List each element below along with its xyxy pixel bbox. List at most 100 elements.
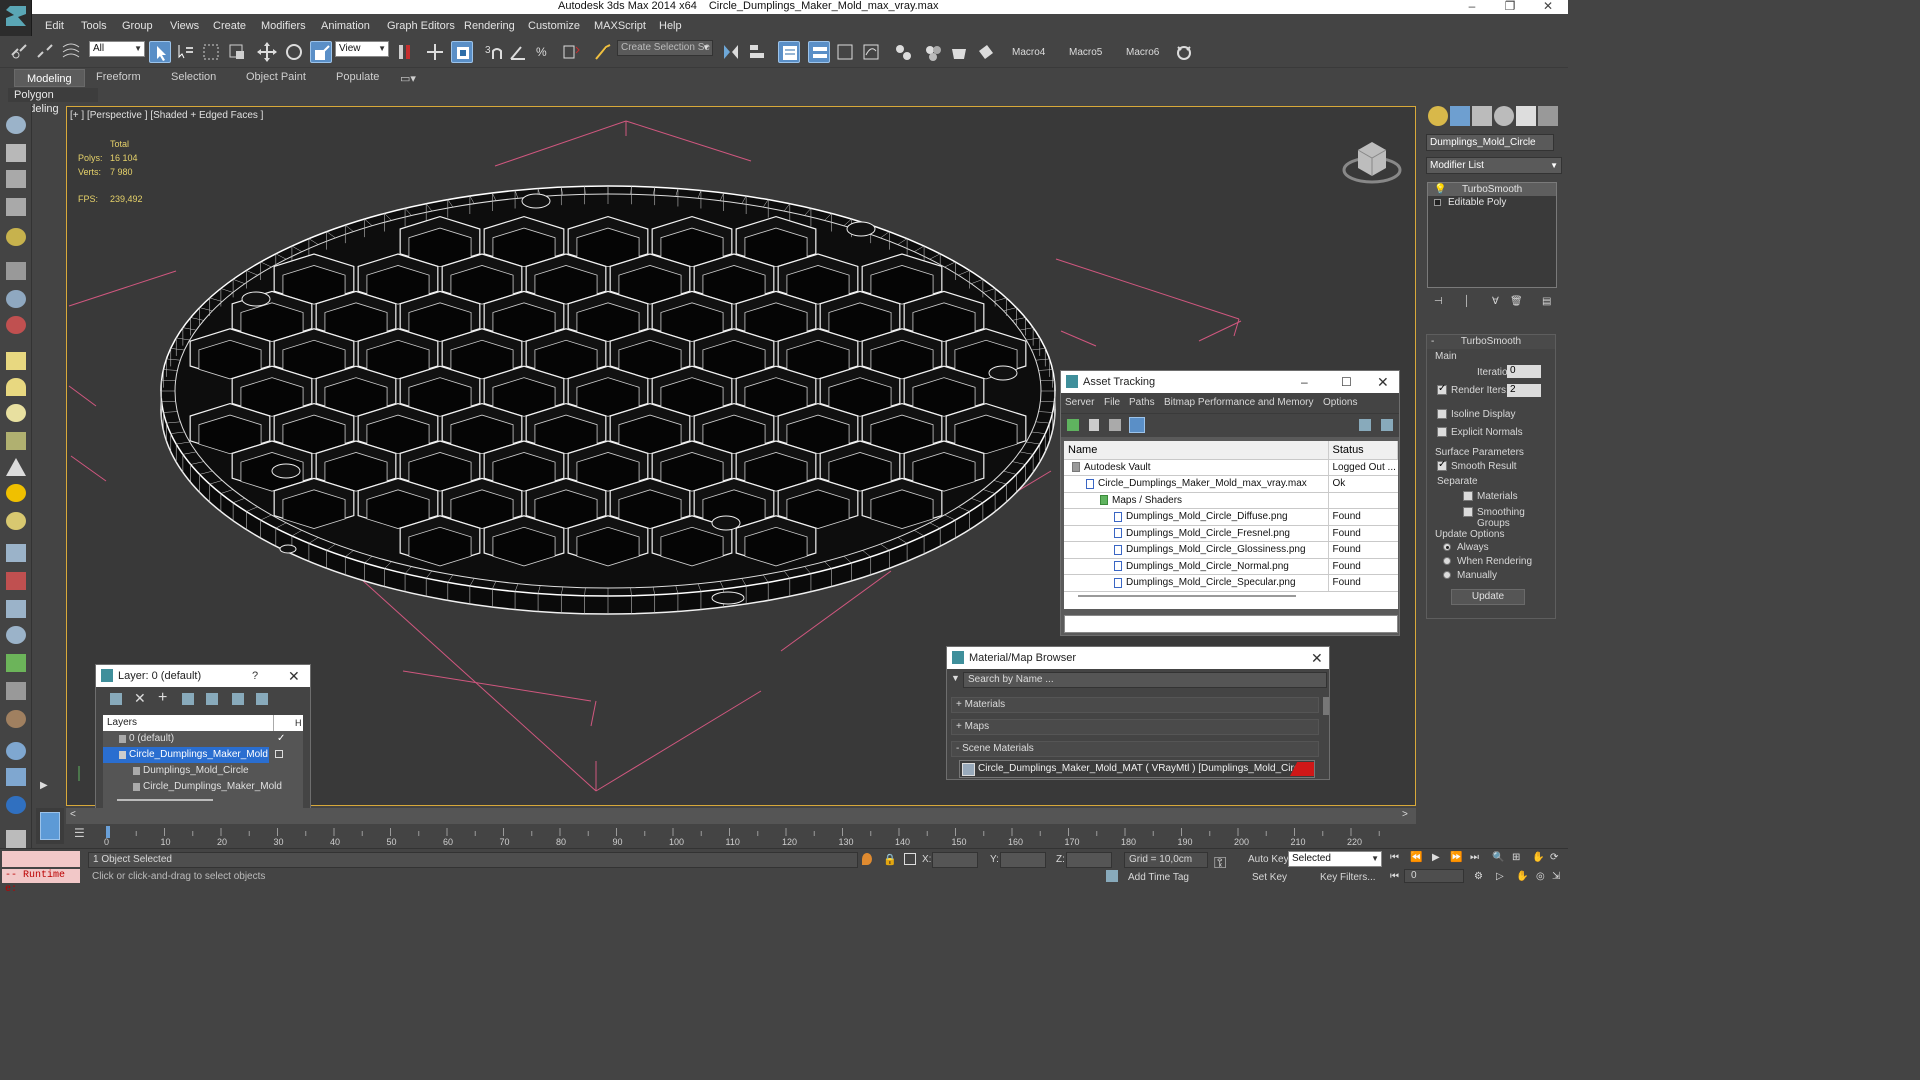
refresh-icon[interactable]	[1067, 419, 1079, 431]
render-frame-icon[interactable]	[975, 41, 997, 63]
rect-selection-icon[interactable]	[200, 41, 222, 63]
tab-freeform[interactable]: Freeform	[96, 71, 141, 83]
display-tab-icon[interactable]	[1516, 106, 1536, 126]
scene-material-item[interactable]: Circle_Dumplings_Maker_Mold_MAT ( VRayMt…	[959, 760, 1315, 778]
viewport-label[interactable]: [+ ] [Perspective ] [Shaded + Edged Face…	[70, 110, 263, 121]
asset-row[interactable]: Autodesk Vault Logged Out ...	[1064, 459, 1398, 476]
dynamics-helper-icon[interactable]	[6, 572, 26, 590]
render-iters-checkbox[interactable]	[1437, 383, 1447, 395]
y-coord-field[interactable]	[1000, 852, 1046, 868]
hair-icon[interactable]	[6, 682, 26, 700]
highlight-layer-icon[interactable]	[206, 693, 218, 705]
pivot-center-icon[interactable]	[394, 41, 416, 63]
app-logo[interactable]	[0, 0, 32, 36]
group-scene-materials[interactable]: - Scene Materials	[951, 741, 1319, 757]
close-icon[interactable]: ✕	[1377, 371, 1389, 393]
schematic-view-icon[interactable]	[892, 41, 914, 63]
graphite-toggle-icon[interactable]	[834, 41, 856, 63]
object-name-field[interactable]: Dumplings_Mold_Circle	[1426, 134, 1554, 151]
select-manipulate-icon[interactable]	[424, 41, 446, 63]
pan-icon[interactable]: ✋	[1532, 852, 1544, 863]
zoom-all-icon[interactable]: ⊞	[1512, 852, 1520, 863]
modifier-stack[interactable]: 💡 TurboSmooth Editable Poly	[1427, 182, 1557, 288]
isoline-display-checkbox[interactable]	[1437, 409, 1447, 419]
goto-start-icon[interactable]: ⏮	[1390, 852, 1399, 863]
time-config-icon[interactable]: ⚙	[1474, 871, 1483, 882]
align-icon[interactable]	[746, 41, 768, 63]
material-browser-titlebar[interactable]: Material/Map Browser ✕	[947, 647, 1329, 669]
sphere-icon[interactable]	[6, 404, 26, 422]
cloth-icon[interactable]	[6, 710, 26, 728]
mini-curve-toggle[interactable]	[36, 808, 64, 844]
skylight-icon[interactable]	[6, 512, 26, 530]
light-icon[interactable]	[6, 228, 26, 246]
add-time-tag[interactable]: Add Time Tag	[1128, 872, 1189, 883]
macro4-button[interactable]: Macro4	[1012, 47, 1045, 58]
menu-file[interactable]: File	[1104, 397, 1120, 408]
x-coord-field[interactable]	[932, 852, 978, 868]
macro6-button[interactable]: Macro6	[1126, 47, 1159, 58]
absolute-mode-icon[interactable]	[904, 853, 916, 865]
tab-modeling[interactable]: Modeling	[14, 69, 85, 87]
time-slider-next[interactable]: >	[1402, 809, 1408, 820]
asset-tracking-titlebar[interactable]: Asset Tracking – ☐ ✕	[1061, 371, 1399, 393]
menu-rendering[interactable]: Rendering	[464, 20, 515, 32]
tab-selection[interactable]: Selection	[171, 71, 216, 83]
time-slider-prev[interactable]: <	[70, 809, 76, 820]
menu-tools[interactable]: Tools	[81, 20, 107, 32]
render-icon[interactable]	[6, 144, 26, 162]
gear-icon[interactable]	[6, 626, 26, 644]
particles-icon[interactable]	[6, 544, 26, 562]
layer-object-maker-mold[interactable]: Circle_Dumplings_Maker_Mold	[103, 779, 303, 795]
curve-editor-icon[interactable]	[860, 41, 882, 63]
menu-customize[interactable]: Customize	[528, 20, 580, 32]
menu-edit[interactable]: Edit	[45, 20, 64, 32]
menu-group[interactable]: Group	[122, 20, 153, 32]
isolate-icon[interactable]	[862, 853, 872, 865]
bulb-icon[interactable]: 💡	[1434, 183, 1446, 196]
camera-icon[interactable]	[6, 262, 26, 280]
grid-icon[interactable]	[6, 198, 26, 216]
hide-all-icon[interactable]	[232, 693, 244, 705]
layer-item-circle-dumplings[interactable]: Circle_Dumplings_Maker_Mold	[103, 747, 283, 763]
render-setup-icon[interactable]	[948, 41, 970, 63]
list-view-icon[interactable]	[1089, 419, 1099, 431]
material-editor-icon[interactable]	[922, 41, 944, 63]
tab-populate[interactable]: Populate	[336, 71, 379, 83]
column-status[interactable]: Status	[1328, 441, 1398, 460]
maxscript-output[interactable]: -- Runtime e:	[2, 869, 80, 895]
expand-icon[interactable]	[1434, 199, 1441, 206]
goto-end-icon[interactable]: ⏭	[1470, 852, 1479, 863]
arc-rotate-icon[interactable]: ◎	[1536, 871, 1545, 882]
walk-through-icon[interactable]: ✋	[1516, 871, 1528, 882]
configure-sets-icon[interactable]: ▤	[1542, 296, 1551, 307]
hide-toggle-icon[interactable]	[275, 750, 283, 758]
plane-icon[interactable]	[6, 352, 26, 370]
group-maps[interactable]: + Maps	[951, 719, 1319, 735]
help-button[interactable]: ?	[252, 665, 258, 687]
close-icon[interactable]: ✕	[1528, 0, 1568, 14]
world-icon[interactable]	[6, 742, 26, 760]
current-frame-field[interactable]: 0	[1404, 869, 1464, 883]
selection-set-field[interactable]: Create Selection Se ▼	[617, 40, 713, 56]
menu-animation[interactable]: Animation	[321, 20, 370, 32]
remove-modifier-icon[interactable]: 🗑	[1510, 296, 1523, 307]
spinner-snap-icon[interactable]	[560, 41, 582, 63]
smooth-result-checkbox[interactable]	[1437, 459, 1447, 471]
layer-window-titlebar[interactable]: Layer: 0 (default)? ✕	[96, 665, 310, 687]
time-tag-icon[interactable]	[1106, 870, 1118, 882]
update-when-rendering-radio[interactable]	[1443, 557, 1451, 565]
modify-tab-icon[interactable]	[1450, 106, 1470, 126]
rotate-icon[interactable]	[283, 41, 305, 63]
render-iters-spinner[interactable]: 2	[1507, 384, 1541, 397]
track-bar[interactable]: 0 10 20 30 40 50 60 70 80 90 100 110 120 130 140 150 160…	[100, 826, 1380, 848]
group-materials[interactable]: + Materials	[951, 697, 1319, 713]
utility-icon[interactable]	[6, 768, 26, 786]
column-name[interactable]: Name	[1064, 441, 1329, 460]
hierarchy-tab-icon[interactable]	[1472, 106, 1492, 126]
menu-server[interactable]: Server	[1065, 397, 1094, 408]
maximize-icon[interactable]: ❐	[1490, 0, 1530, 14]
motion-tab-icon[interactable]	[1494, 106, 1514, 126]
polygon-modeling-panel[interactable]: Polygon Modeling	[8, 88, 98, 115]
menu-options[interactable]: Options	[1323, 397, 1357, 408]
